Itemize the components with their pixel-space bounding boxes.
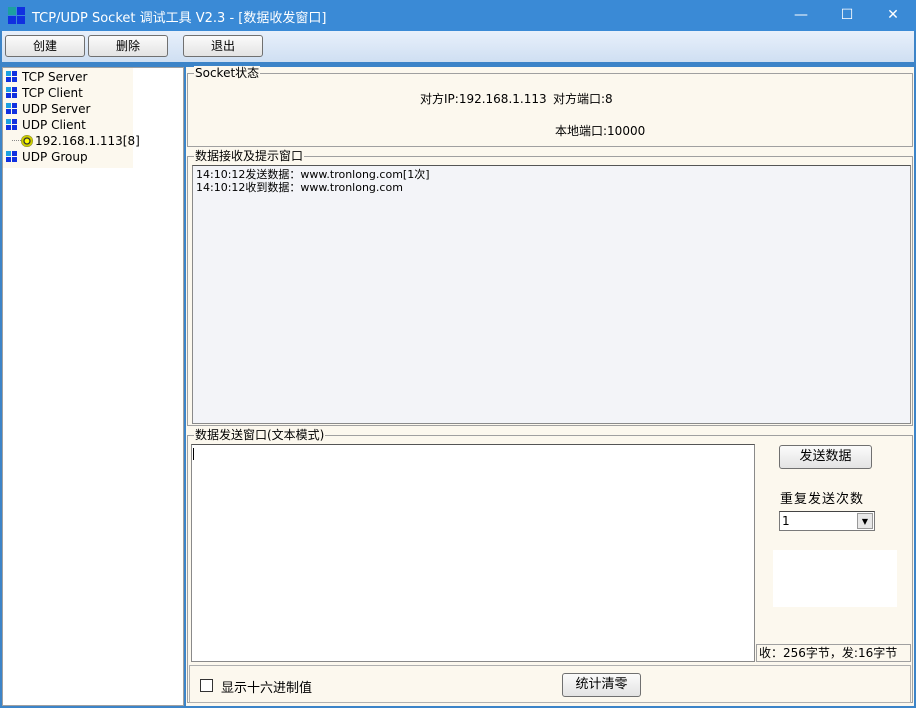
tree-item-udp-server[interactable]: UDP Server (6, 101, 90, 117)
hex-checkbox[interactable] (200, 679, 213, 692)
text-cursor (193, 448, 194, 460)
group-icon (6, 71, 18, 83)
group-legend: Socket状态 (194, 66, 261, 80)
repeat-count-select[interactable]: 1 ▼ (779, 511, 875, 531)
send-textarea[interactable] (191, 444, 755, 662)
remote-ip: 对方IP:192.168.1.113 (420, 92, 547, 106)
group-legend: 数据发送窗口(文本模式) (194, 428, 326, 442)
tree-item-label: TCP Server (22, 70, 88, 84)
byte-stats: 收：256字节，发:16字节 (756, 644, 911, 662)
close-button[interactable]: ✕ (870, 0, 916, 31)
remote-port: 对方端口:8 (553, 92, 613, 106)
toolbar: 创建 删除 退出 (2, 31, 914, 62)
log-line: 14:10:12收到数据：www.tronlong.com (196, 181, 403, 194)
group-icon (6, 119, 18, 131)
send-group: 数据发送窗口(文本模式) 发送数据 重复发送次数 1 ▼ 收：256字节，发:1… (187, 428, 913, 703)
receive-textarea[interactable]: 14:10:12发送数据：www.tronlong.com[1次] 14:10:… (192, 165, 911, 424)
minimize-button[interactable]: — (778, 0, 824, 31)
repeat-value: 1 (782, 514, 790, 528)
group-icon (6, 151, 18, 163)
tree-item-connection[interactable]: 192.168.1.113[8] (12, 133, 140, 149)
exit-button[interactable]: 退出 (183, 35, 263, 57)
group-icon (6, 103, 18, 115)
hex-label: 显示十六进制值 (221, 681, 313, 696)
tree-item-label: UDP Client (22, 118, 86, 132)
tree-item-tcp-server[interactable]: TCP Server (6, 69, 87, 85)
send-data-button[interactable]: 发送数据 (779, 445, 872, 469)
chevron-down-icon[interactable]: ▼ (857, 513, 873, 529)
delete-button[interactable]: 删除 (88, 35, 168, 57)
tree-item-tcp-client[interactable]: TCP Client (6, 85, 83, 101)
tree-item-label: UDP Group (22, 150, 88, 164)
tree-items: TCP Server TCP Client UDP Server UDP Cli… (2, 67, 184, 706)
title-bar: TCP/UDP Socket 调试工具 V2.3 - [数据收发窗口] — ☐ … (0, 0, 916, 31)
main-panel: Socket状态 对方IP:192.168.1.113 对方端口:8 本地端口:… (186, 66, 914, 706)
bottom-bar: 显示十六进制值 统计清零 (189, 665, 911, 703)
tree-item-udp-group[interactable]: UDP Group (6, 149, 88, 165)
repeat-label: 重复发送次数 (780, 492, 865, 507)
log-line: 14:10:12发送数据：www.tronlong.com[1次] (196, 168, 430, 181)
tree-item-label: 192.168.1.113[8] (35, 134, 140, 148)
tree-item-label: TCP Client (22, 86, 83, 100)
maximize-button[interactable]: ☐ (824, 0, 870, 31)
create-button[interactable]: 创建 (5, 35, 85, 57)
socket-status-group: Socket状态 对方IP:192.168.1.113 对方端口:8 本地端口:… (187, 66, 913, 147)
group-legend: 数据接收及提示窗口 (194, 149, 305, 163)
tree-item-label: UDP Server (22, 102, 91, 116)
window-title: TCP/UDP Socket 调试工具 V2.3 - [数据收发窗口] (32, 11, 327, 26)
connection-icon (21, 135, 33, 147)
receive-group: 数据接收及提示窗口 14:10:12发送数据：www.tronlong.com[… (187, 149, 913, 426)
app-icon (8, 7, 26, 25)
group-icon (6, 87, 18, 99)
clear-stats-button[interactable]: 统计清零 (562, 673, 641, 697)
tree-item-udp-client[interactable]: UDP Client (6, 117, 86, 133)
blank-area (773, 550, 897, 607)
local-port: 本地端口:10000 (555, 124, 646, 138)
